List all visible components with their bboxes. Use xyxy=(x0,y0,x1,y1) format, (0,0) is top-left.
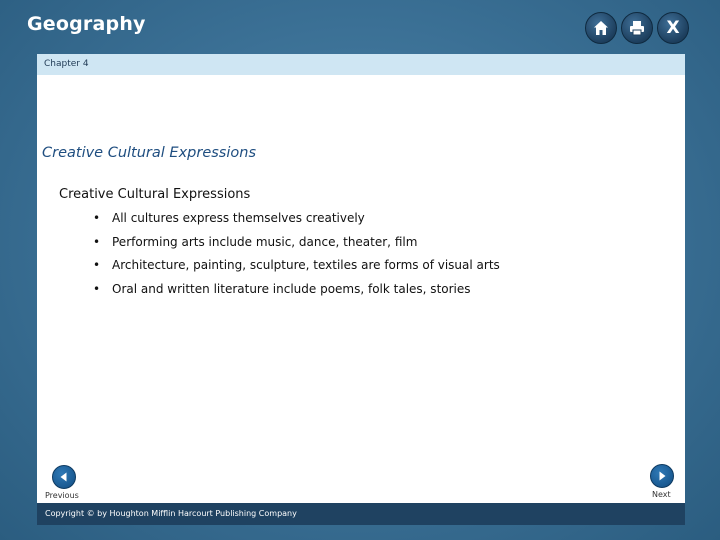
previous-button[interactable] xyxy=(52,465,76,489)
bullet-item: Oral and written literature include poem… xyxy=(93,282,500,306)
sub-heading: Creative Cultural Expressions xyxy=(59,187,251,202)
bullet-list: All cultures express themselves creative… xyxy=(93,211,500,305)
home-icon xyxy=(594,21,608,35)
previous-label[interactable]: Previous xyxy=(45,491,79,500)
footer-bar: Copyright © by Houghton Mifflin Harcourt… xyxy=(37,503,685,525)
section-heading: Creative Cultural Expressions xyxy=(42,145,257,161)
right-arrow-icon xyxy=(659,471,666,481)
chapter-label: Chapter 4 xyxy=(44,59,89,69)
chapter-bar: Chapter 4 xyxy=(37,54,685,75)
print-icon xyxy=(630,21,644,36)
next-label[interactable]: Next xyxy=(652,490,671,499)
bullet-item: Performing arts include music, dance, th… xyxy=(93,235,500,259)
left-arrow-icon xyxy=(60,472,67,482)
close-icon: X xyxy=(666,17,680,38)
app-title: Geography xyxy=(27,13,146,35)
bullet-item: All cultures express themselves creative… xyxy=(93,211,500,235)
copyright-text: Copyright © by Houghton Mifflin Harcourt… xyxy=(45,509,297,518)
next-button[interactable] xyxy=(650,464,674,488)
home-button[interactable] xyxy=(585,12,617,44)
close-button[interactable]: X xyxy=(657,12,689,44)
bullet-item: Architecture, painting, sculpture, texti… xyxy=(93,258,500,282)
print-button[interactable] xyxy=(621,12,653,44)
slide-content: Chapter 4 Creative Cultural Expressions … xyxy=(37,54,685,525)
